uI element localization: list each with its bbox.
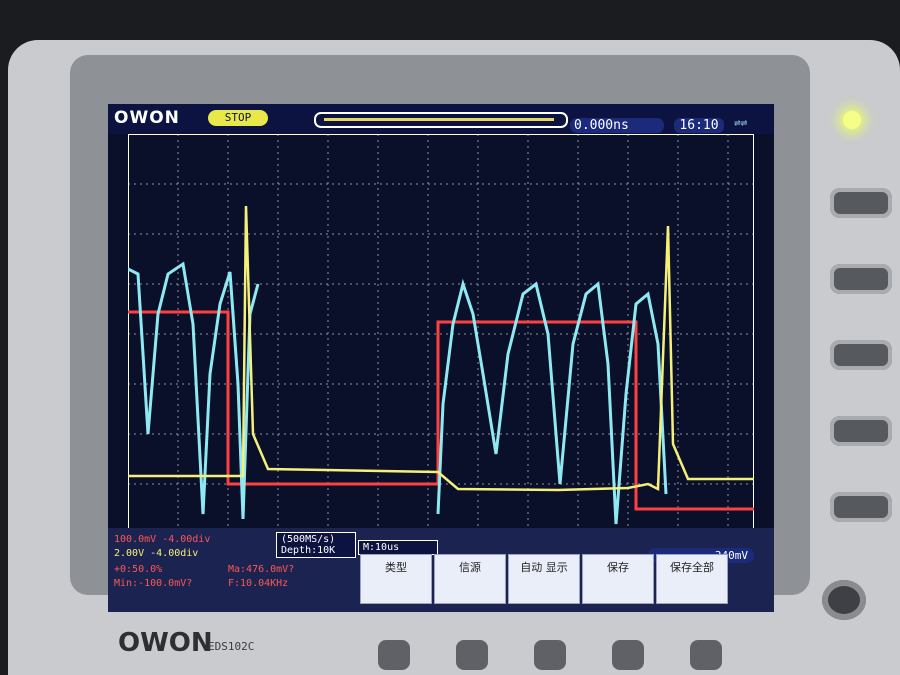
trigger-time-readout: 0.000ns xyxy=(570,118,664,133)
measure-duty: +0:50.0% xyxy=(114,564,163,575)
status-bar: OWON STOP 0.000ns 16:10 ⇌⇌ xyxy=(108,104,774,134)
clock: 16:10 xyxy=(674,118,724,133)
power-led xyxy=(843,111,861,129)
front-button-1[interactable] xyxy=(378,640,410,670)
device-model: EDS102C xyxy=(208,640,255,653)
menu-type-button[interactable]: 类型 xyxy=(360,554,432,604)
menu-save-button[interactable]: 保存 xyxy=(582,554,654,604)
device-brand: OWON xyxy=(118,628,213,658)
side-button-3[interactable] xyxy=(830,340,892,370)
measure-min: Min:-100.0mV? xyxy=(114,578,193,589)
front-button-5[interactable] xyxy=(690,640,722,670)
menu-source-button[interactable]: 信源 xyxy=(434,554,506,604)
side-button-5[interactable] xyxy=(830,492,892,522)
front-button-4[interactable] xyxy=(612,640,644,670)
side-button-1[interactable] xyxy=(830,188,892,218)
control-knob[interactable] xyxy=(822,580,866,620)
ch1-scale: 100.0mV -4.00div xyxy=(114,534,211,545)
run-status-badge: STOP xyxy=(208,110,268,126)
side-button-4[interactable] xyxy=(830,416,892,446)
sample-rate-box: (500MS/s) Depth:10K xyxy=(276,532,356,558)
waveform-display xyxy=(128,134,754,536)
brand-logo: OWON xyxy=(114,108,180,128)
side-button-2[interactable] xyxy=(830,264,892,294)
cyan-trace xyxy=(128,261,260,520)
measure-frequency: F:10.04KHz xyxy=(228,578,289,589)
memory-position-bar[interactable] xyxy=(314,112,568,128)
oscilloscope-screen: OWON STOP 0.000ns 16:10 ⇌⇌ 100.0mV -4.00… xyxy=(108,104,774,612)
ch2-scale: 2.00V -4.00div xyxy=(114,548,199,559)
measure-max: Ma:476.0mV? xyxy=(228,564,295,575)
front-button-2[interactable] xyxy=(456,640,488,670)
usb-icon: ⇌⇌ xyxy=(734,116,748,129)
timebase-box: M:10us xyxy=(358,540,438,555)
menu-auto-display-button[interactable]: 自动 显示 xyxy=(508,554,580,604)
front-button-3[interactable] xyxy=(534,640,566,670)
menu-save-all-button[interactable]: 保存全部 xyxy=(656,554,728,604)
